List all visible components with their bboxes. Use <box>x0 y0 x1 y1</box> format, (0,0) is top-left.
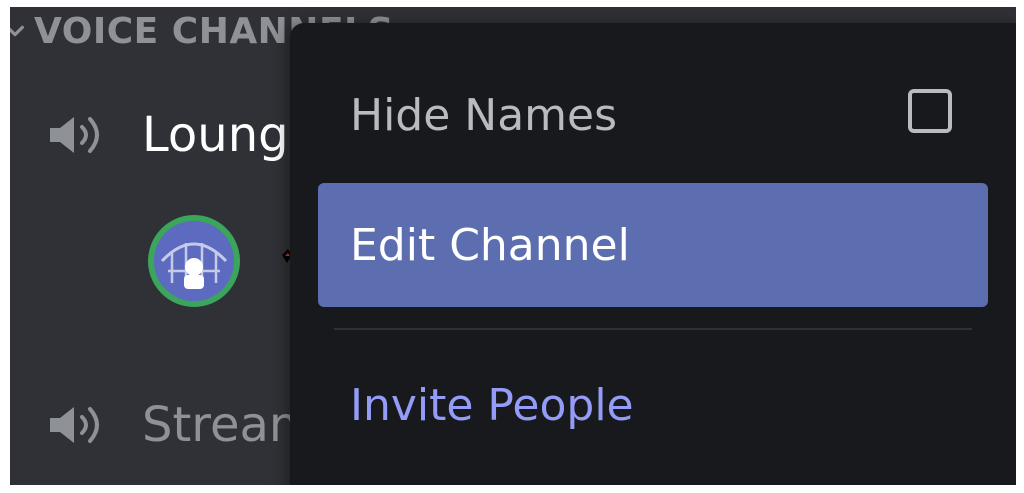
menu-item-label: Hide Names <box>350 89 618 141</box>
speaker-icon <box>50 117 99 153</box>
speaker-icon <box>50 407 99 443</box>
menu-item-label: Edit Channel <box>350 219 630 271</box>
chevron-down-icon <box>10 25 24 37</box>
channel-stream[interactable]: Stream <box>46 397 316 453</box>
user-avatar[interactable] <box>148 215 240 307</box>
channel-lounge[interactable]: Lounge <box>46 107 318 163</box>
discord-window: VOICE CHANNELS Lounge Stream Hide Names … <box>10 7 1016 485</box>
context-menu: Hide Names Edit Channel Invite People <box>290 23 1016 485</box>
hide-names-checkbox[interactable] <box>908 89 952 133</box>
menu-item-hide-names[interactable]: Hide Names <box>318 53 988 177</box>
menu-item-invite-people[interactable]: Invite People <box>318 343 988 467</box>
menu-item-label: Invite People <box>350 379 634 431</box>
avatar-image <box>154 221 234 301</box>
menu-separator <box>334 328 972 330</box>
menu-item-edit-channel[interactable]: Edit Channel <box>318 183 988 307</box>
